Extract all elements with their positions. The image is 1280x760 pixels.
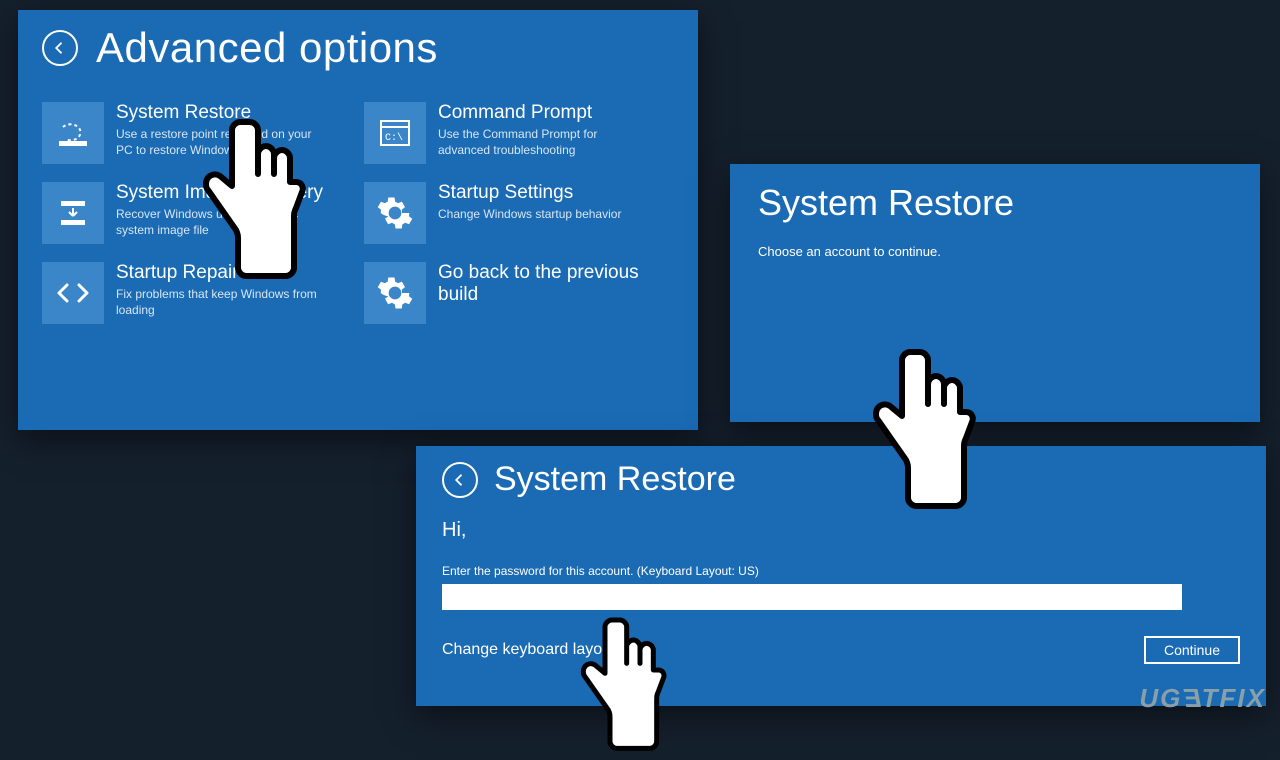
gear-icon	[364, 182, 426, 244]
code-icon	[42, 262, 104, 324]
image-recovery-icon	[42, 182, 104, 244]
tile-desc: Use the Command Prompt for advanced trou…	[438, 126, 648, 158]
tile-go-back[interactable]: Go back to the previous build	[364, 262, 664, 324]
terminal-icon: C:\	[364, 102, 426, 164]
arrow-left-icon	[451, 471, 469, 489]
panel1-header: Advanced options	[42, 24, 674, 72]
tile-title: System Image Recovery	[116, 182, 326, 204]
tile-system-restore[interactable]: System Restore Use a restore point recor…	[42, 102, 342, 164]
tile-title: Startup Settings	[438, 182, 621, 204]
password-hint: Enter the password for this account. (Ke…	[442, 564, 1240, 578]
panel3-title: System Restore	[494, 460, 736, 499]
tile-grid: System Restore Use a restore point recor…	[42, 102, 674, 324]
greeting-text: Hi,	[442, 519, 1240, 542]
tile-title: Command Prompt	[438, 102, 648, 124]
panel3-bottom: Change keyboard layout Continue	[442, 636, 1240, 664]
back-button[interactable]	[42, 30, 78, 66]
tile-text: Go back to the previous build	[438, 262, 664, 324]
continue-button[interactable]: Continue	[1144, 636, 1240, 664]
password-input[interactable]	[442, 584, 1182, 610]
restore-icon	[42, 102, 104, 164]
tile-startup-settings[interactable]: Startup Settings Change Windows startup …	[364, 182, 664, 244]
svg-text:C:\: C:\	[385, 132, 403, 144]
panel1-title: Advanced options	[96, 24, 438, 72]
tile-desc: Recover Windows using a specific system …	[116, 206, 326, 238]
tile-system-image-recovery[interactable]: System Image Recovery Recover Windows us…	[42, 182, 342, 244]
system-restore-password-panel: System Restore Hi, Enter the password fo…	[416, 446, 1266, 706]
tile-text: Startup Repair Fix problems that keep Wi…	[116, 262, 326, 324]
system-restore-account-panel: System Restore Choose an account to cont…	[730, 164, 1260, 422]
tile-desc: Fix problems that keep Windows from load…	[116, 286, 326, 318]
tile-text: System Image Recovery Recover Windows us…	[116, 182, 326, 244]
panel2-subtitle: Choose an account to continue.	[758, 244, 1232, 259]
change-keyboard-link[interactable]: Change keyboard layout	[442, 641, 615, 659]
tile-title: System Restore	[116, 102, 326, 124]
back-button[interactable]	[442, 462, 478, 498]
tile-startup-repair[interactable]: Startup Repair Fix problems that keep Wi…	[42, 262, 342, 324]
gear-icon	[364, 262, 426, 324]
watermark: UGETFIX	[1139, 683, 1266, 714]
tile-title: Startup Repair	[116, 262, 326, 284]
tile-text: Startup Settings Change Windows startup …	[438, 182, 621, 244]
tile-desc: Use a restore point recorded on your PC …	[116, 126, 326, 158]
tile-desc: Change Windows startup behavior	[438, 206, 621, 222]
arrow-left-icon	[51, 39, 69, 57]
tile-command-prompt[interactable]: C:\ Command Prompt Use the Command Promp…	[364, 102, 664, 164]
advanced-options-panel: Advanced options System Restore Use a re…	[18, 10, 698, 430]
tile-text: System Restore Use a restore point recor…	[116, 102, 326, 164]
panel2-title: System Restore	[758, 182, 1232, 224]
tile-title: Go back to the previous build	[438, 262, 664, 306]
panel3-header: System Restore	[442, 460, 1240, 499]
tile-text: Command Prompt Use the Command Prompt fo…	[438, 102, 648, 164]
